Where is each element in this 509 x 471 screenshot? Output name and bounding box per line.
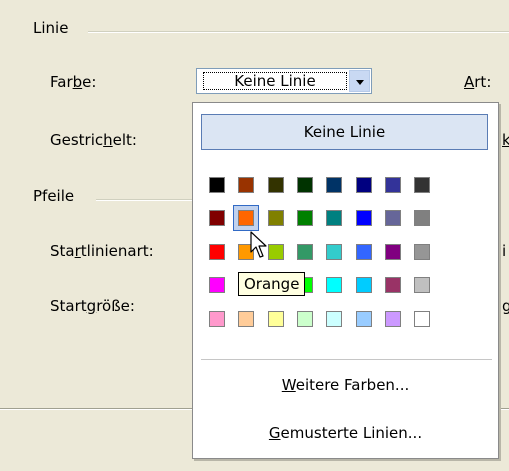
color-swatch-orange[interactable] <box>238 210 254 226</box>
color-swatch-gray-40[interactable] <box>414 244 430 260</box>
color-swatch-dark-green[interactable] <box>297 177 313 193</box>
color-swatch-violet[interactable] <box>385 244 401 260</box>
mouse-pointer-icon <box>250 231 267 258</box>
line-color-combobox[interactable]: Keine Linie <box>196 68 372 94</box>
color-swatch-red[interactable] <box>209 244 225 260</box>
line-color-value: Keine Linie <box>203 72 347 90</box>
color-swatch-dark-blue[interactable] <box>356 177 372 193</box>
color-swatch-black[interactable] <box>209 177 225 193</box>
color-swatch-dark-yellow[interactable] <box>268 210 284 226</box>
color-swatch-rose[interactable] <box>209 311 225 327</box>
color-swatch-light-yellow[interactable] <box>268 311 284 327</box>
type-label: Art: <box>464 73 492 91</box>
color-swatch-turquoise[interactable] <box>326 277 342 293</box>
color-swatch-gray-80[interactable] <box>414 177 430 193</box>
color-label: Farbe: <box>50 73 97 91</box>
color-swatch-olive-green[interactable] <box>268 177 284 193</box>
color-swatch-lavender[interactable] <box>385 311 401 327</box>
color-swatch-gray-25[interactable] <box>414 277 430 293</box>
color-swatch-dark-teal[interactable] <box>326 177 342 193</box>
start-type-label: Startlinienart: <box>50 242 154 260</box>
color-swatch-blue-gray[interactable] <box>385 210 401 226</box>
no-line-button[interactable]: Keine Linie <box>201 114 488 150</box>
color-swatch-plum[interactable] <box>385 277 401 293</box>
color-swatch-tan[interactable] <box>238 311 254 327</box>
color-swatch-blue[interactable] <box>356 210 372 226</box>
color-swatch-teal[interactable] <box>326 210 342 226</box>
color-swatch-light-green[interactable] <box>297 311 313 327</box>
menu-separator <box>201 359 492 360</box>
color-swatch-pink[interactable] <box>209 277 225 293</box>
group-divider-arrows <box>96 199 192 201</box>
obscured-label-k: k <box>502 131 509 149</box>
color-swatch-sea-green[interactable] <box>297 244 313 260</box>
group-title-line: Linie <box>33 19 69 37</box>
color-swatch-aqua[interactable] <box>326 244 342 260</box>
color-swatch-indigo[interactable] <box>385 177 401 193</box>
dashed-label: Gestrichelt: <box>50 131 137 149</box>
patterned-lines-item[interactable]: Gemusterte Linien... <box>193 424 498 442</box>
group-divider-line <box>88 31 509 33</box>
color-swatch-light-turquoise[interactable] <box>326 311 342 327</box>
color-swatch-gray-50[interactable] <box>414 210 430 226</box>
dropdown-button[interactable] <box>349 70 370 92</box>
color-swatch-white[interactable] <box>414 311 430 327</box>
more-colors-item[interactable]: Weitere Farben... <box>193 376 498 394</box>
color-swatch-green[interactable] <box>297 210 313 226</box>
color-swatch-pale-blue[interactable] <box>356 311 372 327</box>
color-swatch-lime[interactable] <box>268 244 284 260</box>
group-title-arrows: Pfeile <box>33 187 75 205</box>
obscured-label-i: i <box>502 242 507 260</box>
color-swatch-light-blue[interactable] <box>356 244 372 260</box>
color-tooltip: Orange <box>238 272 306 296</box>
color-swatch-dark-red[interactable] <box>209 210 225 226</box>
start-size-label: Startgröße: <box>50 297 135 315</box>
chevron-down-icon <box>356 80 364 85</box>
color-swatch-sky-blue[interactable] <box>356 277 372 293</box>
obscured-label-g: g <box>502 297 509 315</box>
color-swatch-brown[interactable] <box>238 177 254 193</box>
